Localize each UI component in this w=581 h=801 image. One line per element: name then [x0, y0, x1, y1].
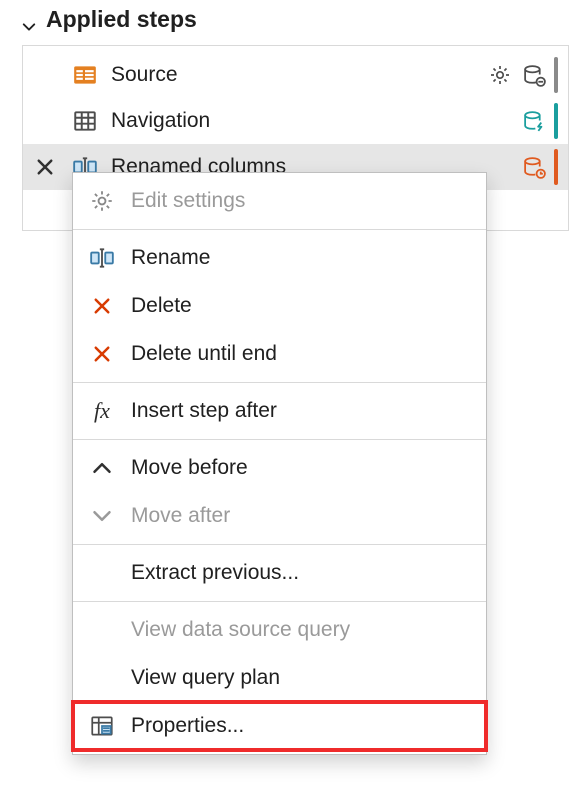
chevron-up-icon	[87, 453, 117, 483]
close-icon	[87, 291, 117, 321]
gear-icon	[87, 186, 117, 216]
database-minus-icon[interactable]	[520, 61, 548, 89]
separator	[73, 601, 486, 602]
ctx-delete-until-end[interactable]: Delete until end	[73, 330, 486, 378]
status-mark	[554, 57, 558, 93]
panel-title: Applied steps	[46, 6, 197, 33]
ctx-label: Edit settings	[131, 189, 245, 213]
separator	[73, 229, 486, 230]
chevron-down-icon	[87, 501, 117, 531]
blank-icon	[87, 558, 117, 588]
source-icon	[71, 61, 99, 89]
status-mark	[554, 103, 558, 139]
gear-icon[interactable]	[486, 61, 514, 89]
database-clock-icon[interactable]	[520, 153, 548, 181]
database-bolt-icon[interactable]	[520, 107, 548, 135]
step-navigation[interactable]: Navigation	[23, 98, 568, 144]
fx-icon: fx	[87, 396, 117, 426]
ctx-properties[interactable]: Properties...	[73, 702, 486, 750]
blank-icon	[87, 615, 117, 645]
delete-step-icon[interactable]	[31, 153, 59, 181]
ctx-label: Properties...	[131, 714, 244, 738]
ctx-delete[interactable]: Delete	[73, 282, 486, 330]
close-icon	[87, 339, 117, 369]
blank-icon	[87, 663, 117, 693]
ctx-label: Rename	[131, 246, 210, 270]
ctx-label: View query plan	[131, 666, 280, 690]
ctx-move-after: Move after	[73, 492, 486, 540]
separator	[73, 439, 486, 440]
ctx-label: Delete until end	[131, 342, 277, 366]
rename-icon	[87, 243, 117, 273]
ctx-label: View data source query	[131, 618, 350, 642]
context-menu: Edit settings Rename Delete Delete until…	[72, 172, 487, 755]
applied-steps-header[interactable]: Applied steps	[0, 0, 581, 39]
separator	[73, 544, 486, 545]
ctx-label: Move before	[131, 456, 248, 480]
ctx-label: Delete	[131, 294, 192, 318]
ctx-move-before[interactable]: Move before	[73, 444, 486, 492]
ctx-label: Insert step after	[131, 399, 277, 423]
ctx-insert-after[interactable]: fx Insert step after	[73, 387, 486, 435]
status-mark	[554, 149, 558, 185]
ctx-label: Move after	[131, 504, 230, 528]
ctx-edit-settings: Edit settings	[73, 177, 486, 225]
ctx-label: Extract previous...	[131, 561, 299, 585]
step-source[interactable]: Source	[23, 52, 568, 98]
chevron-down-icon	[22, 13, 36, 27]
properties-icon	[87, 711, 117, 741]
ctx-view-ds-query: View data source query	[73, 606, 486, 654]
separator	[73, 382, 486, 383]
step-label: Source	[111, 63, 474, 87]
table-icon	[71, 107, 99, 135]
step-label: Navigation	[111, 109, 508, 133]
ctx-view-query-plan[interactable]: View query plan	[73, 654, 486, 702]
ctx-rename[interactable]: Rename	[73, 234, 486, 282]
ctx-extract-previous[interactable]: Extract previous...	[73, 549, 486, 597]
